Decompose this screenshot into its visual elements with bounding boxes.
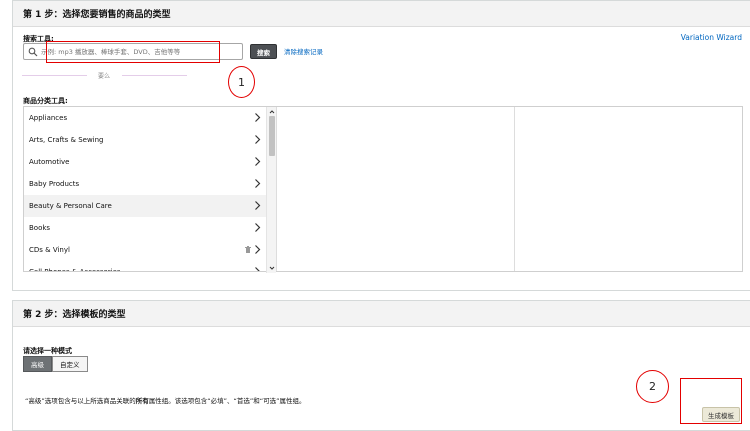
tab-custom[interactable]: 自定义 <box>52 356 88 372</box>
or-divider-line-right <box>122 75 187 76</box>
category-browser-label: 商品分类工具: <box>23 97 68 105</box>
step-1-title: 第 1 步：选择您要销售的商品的类型 <box>23 10 171 20</box>
mode-tabs: 高级 自定义 <box>23 356 88 372</box>
scroll-up-icon[interactable] <box>269 109 275 115</box>
chevron-right-icon <box>255 201 261 210</box>
scrollbar-thumb[interactable] <box>269 116 275 156</box>
category-item[interactable]: Baby Products <box>24 173 266 195</box>
category-item-label: Baby Products <box>29 180 80 188</box>
category-item[interactable]: Automotive <box>24 151 266 173</box>
category-column-1: Appliances Arts, Crafts & Sewing Automotiv… <box>24 107 266 271</box>
chevron-right-icon <box>255 245 261 254</box>
category-scrollbar[interactable] <box>266 107 276 273</box>
description-bold: 所有 <box>135 397 149 405</box>
step-2-header: 第 2 步：选择模板的类型 <box>13 301 750 327</box>
category-column-3 <box>514 107 742 271</box>
chevron-right-icon <box>255 179 261 188</box>
category-item[interactable]: Books <box>24 217 266 239</box>
category-item[interactable]: Cell Phones & Accessories <box>24 261 266 271</box>
category-item-label: Cell Phones & Accessories <box>29 268 121 271</box>
category-item-label: Appliances <box>29 114 68 122</box>
clear-search-history-link[interactable]: 清除搜索记录 <box>284 46 323 56</box>
description-pre: “高级”选项包含与以上所选商品关联的 <box>25 397 136 405</box>
annotation-box-2 <box>680 378 742 424</box>
annotation-marker-2: 2 <box>636 370 669 403</box>
annotation-box-1 <box>46 41 220 63</box>
or-text: 要么 <box>98 73 111 80</box>
category-item[interactable]: CDs & Vinyl <box>24 239 266 261</box>
mode-select-label: 请选择一种模式 <box>23 347 72 355</box>
category-item-label: Beauty & Personal Care <box>29 202 112 210</box>
category-item[interactable]: Appliances <box>24 107 266 129</box>
category-column-2 <box>276 107 514 271</box>
or-divider: 要么 <box>22 71 187 81</box>
chevron-right-icon <box>255 267 260 271</box>
chevron-right-icon <box>255 223 261 232</box>
description-post: 属性组。该选项包含“必填”、“首选”和“可选”属性组。 <box>148 397 306 405</box>
category-browser: Appliances Arts, Crafts & Sewing Automotiv… <box>23 106 743 273</box>
chevron-right-icon <box>255 135 261 144</box>
category-item[interactable]: Arts, Crafts & Sewing <box>24 129 266 151</box>
step-1-header: 第 1 步：选择您要销售的商品的类型 <box>13 1 750 27</box>
search-icon <box>28 47 38 56</box>
step-2-title: 第 2 步：选择模板的类型 <box>23 310 126 320</box>
or-divider-line-left <box>22 75 87 76</box>
search-button[interactable]: 搜索 <box>250 44 277 59</box>
trash-icon[interactable] <box>245 246 251 253</box>
category-item-label: Automotive <box>29 158 70 166</box>
tab-advanced[interactable]: 高级 <box>23 356 52 372</box>
variation-wizard-link[interactable]: Variation Wizard <box>681 33 742 42</box>
chevron-right-icon <box>255 157 261 166</box>
category-item-label: Arts, Crafts & Sewing <box>29 136 104 144</box>
mode-description: “高级”选项包含与以上所选商品关联的所有属性组。该选项包含“必填”、“首选”和“… <box>25 395 305 405</box>
step-2-panel: 第 2 步：选择模板的类型 <box>12 300 750 431</box>
category-item-label: CDs & Vinyl <box>29 246 70 254</box>
scroll-down-icon[interactable] <box>269 265 275 271</box>
category-item[interactable]: Beauty & Personal Care <box>24 195 266 217</box>
chevron-right-icon <box>255 113 261 122</box>
category-item-label: Books <box>29 224 51 232</box>
annotation-marker-1: 1 <box>228 66 255 98</box>
